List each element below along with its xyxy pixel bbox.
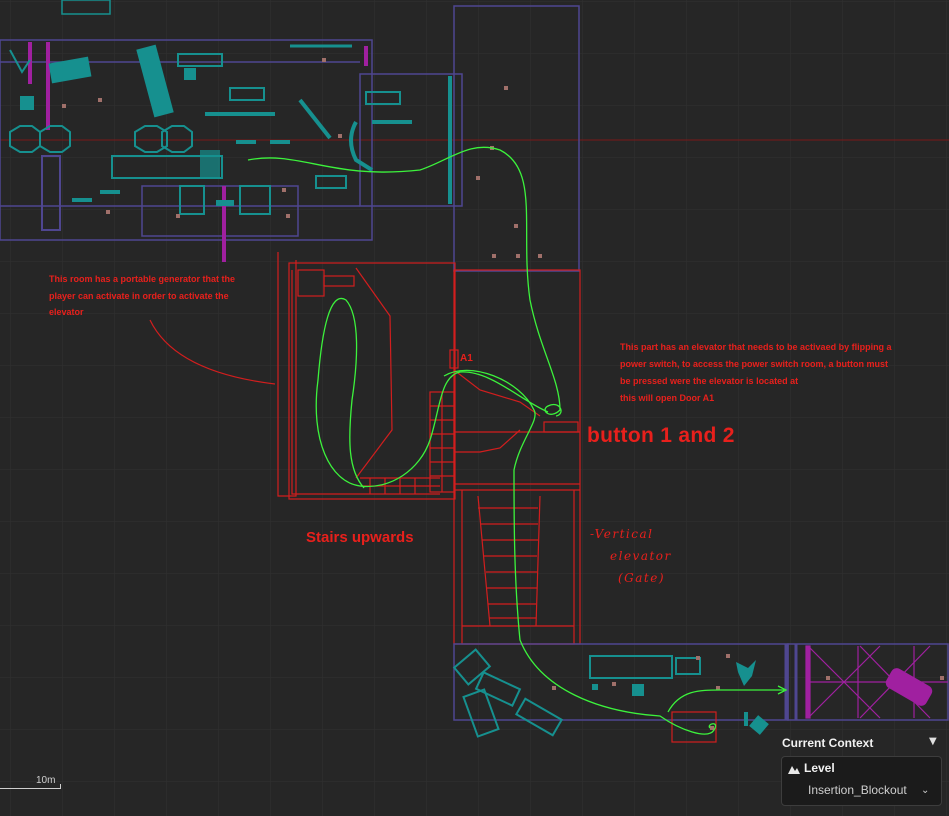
context-panel[interactable]: Level Insertion_Blockout ⌄ bbox=[781, 756, 942, 806]
vertical-elevator-note: -Vertical elevator (Gate) bbox=[590, 523, 672, 589]
scale-label: 10m bbox=[36, 775, 56, 786]
vertical-elevator-line: (Gate) bbox=[618, 571, 666, 585]
elevator-note-line: This part has an elevator that needs to … bbox=[620, 342, 892, 352]
level-viewport[interactable]: This room has a portable generator that … bbox=[0, 0, 949, 816]
elevator-note: This part has an elevator that needs to … bbox=[620, 339, 940, 407]
level-label: Level bbox=[804, 761, 835, 775]
context-collapse-chevron-icon[interactable]: ▼ bbox=[929, 736, 937, 747]
scale-bar bbox=[0, 788, 60, 789]
scale-indicator: 10m bbox=[0, 775, 62, 792]
scale-tick bbox=[60, 784, 61, 789]
elevator-note-line: be pressed were the elevator is located … bbox=[620, 376, 799, 386]
elevator-note-line: this will open Door A1 bbox=[620, 393, 715, 403]
buttons-label: button 1 and 2 bbox=[587, 424, 735, 447]
stairs-label: Stairs upwards bbox=[306, 529, 414, 546]
level-icon bbox=[788, 766, 800, 774]
vertical-elevator-line: -Vertical bbox=[590, 527, 654, 541]
level-map[interactable] bbox=[0, 0, 949, 816]
level-selector[interactable]: Insertion_Blockout bbox=[808, 783, 907, 797]
current-context-title: Current Context bbox=[782, 736, 874, 750]
generator-note: This room has a portable generator that … bbox=[49, 274, 236, 317]
level-dropdown-chevron-icon[interactable]: ⌄ bbox=[921, 785, 929, 796]
vertical-elevator-line: elevator bbox=[610, 549, 672, 563]
door-a1-label: A1 bbox=[460, 353, 473, 364]
elevator-note-line: power switch, to access the power switch… bbox=[620, 359, 889, 369]
